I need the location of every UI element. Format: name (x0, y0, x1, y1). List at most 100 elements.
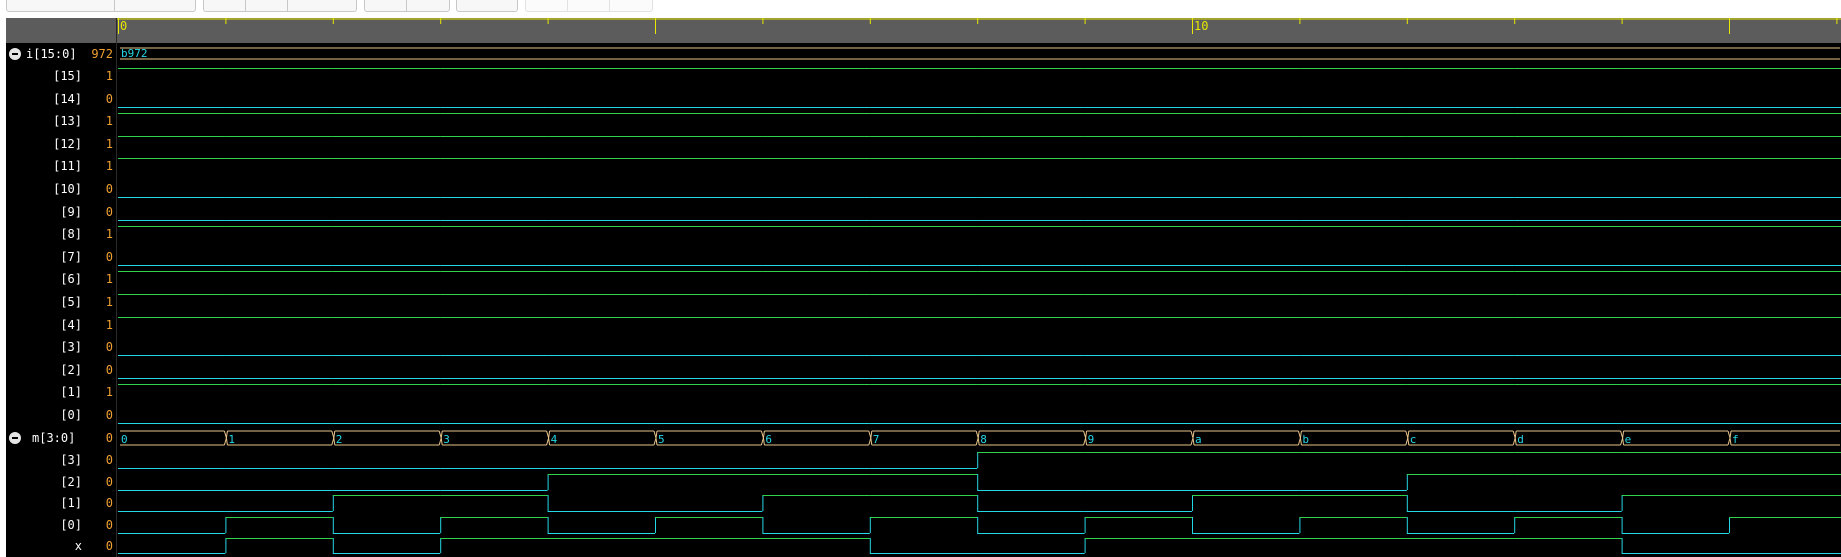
signal-row-i-bit[interactable]: [11] 1 (6, 155, 116, 177)
bit-value: 1 (105, 114, 113, 129)
bit-value: 0 (105, 362, 113, 377)
waveform-area[interactable]: 0 10 b972 0 1 2 3 4 5 6 7 8 9 a b c d e f (117, 18, 1841, 557)
bus-transition (440, 430, 443, 446)
bit-name: [3] (60, 453, 82, 467)
toolbar-button[interactable] (7, 0, 115, 11)
signal-row-i-bit[interactable]: [4] 1 (6, 314, 116, 336)
bit-name: [4] (60, 317, 82, 332)
bus-value-label: b972 (121, 47, 148, 60)
bit-name: [8] (60, 227, 82, 242)
bit-name: [11] (53, 159, 82, 174)
bus-transition (225, 430, 228, 446)
signal-row-m-bit[interactable]: [1] 0 (6, 492, 116, 514)
signal-value-i: 972 (91, 47, 113, 61)
signal-row-i-bit[interactable]: [0] 0 (6, 404, 116, 426)
bus-transition (1622, 430, 1625, 446)
bit-name: [0] (60, 408, 82, 422)
signal-row-i-bit[interactable]: [1] 1 (6, 381, 116, 403)
bus-transition (870, 430, 873, 446)
bit-name: [15] (53, 69, 82, 83)
bus-transition (762, 430, 765, 446)
bus-value-label: 9 (1088, 433, 1095, 446)
signal-row-m-bit[interactable]: [3] 0 (6, 449, 116, 471)
bit-value: 0 (105, 517, 113, 532)
bit-value: 1 (105, 272, 113, 287)
signal-row-i-bit[interactable]: [5] 1 (6, 291, 116, 313)
bus-value-label: e (1625, 433, 1632, 446)
bus-transition (1192, 430, 1195, 446)
bit-value: 1 (105, 159, 113, 174)
bit-name: [1] (60, 385, 82, 400)
bit-value: 1 (105, 295, 113, 309)
bus-transition (1729, 430, 1732, 446)
collapse-icon[interactable] (9, 432, 21, 444)
signal-row-x[interactable]: x 0 (6, 535, 116, 557)
toolbar-button[interactable] (288, 0, 356, 11)
toolbar-button[interactable] (246, 0, 288, 11)
toolbar-group-1 (6, 0, 196, 12)
signal-row-m[interactable]: m[3:0] 0 (6, 427, 116, 449)
bus-transition (1407, 430, 1410, 446)
bit-value: 0 (105, 474, 113, 489)
toolbar-button[interactable] (365, 0, 407, 11)
bus-transition (1299, 430, 1302, 446)
signal-row-m-bit[interactable]: [2] 0 (6, 471, 116, 493)
bit-value: 0 (105, 91, 113, 106)
bit-name: [2] (60, 362, 82, 377)
toolbar-button[interactable] (457, 0, 517, 11)
bus-value-label: a (1195, 433, 1202, 446)
signal-row-i-bit[interactable]: [10] 0 (6, 178, 116, 200)
bus-value-label: b (1302, 433, 1309, 446)
signal-name-x: x (74, 539, 82, 553)
signal-row-i-bit[interactable]: [15] 1 (6, 65, 116, 87)
signal-row-i-bit[interactable]: [6] 1 (6, 268, 116, 290)
bit-value: 0 (105, 249, 113, 264)
signal-row-m-bit[interactable]: [0] 0 (6, 514, 116, 536)
toolbar (0, 0, 1841, 18)
bus-value-label: d (1517, 433, 1524, 446)
bit-value: 1 (105, 227, 113, 242)
timeline-bar (117, 18, 1841, 43)
signal-row-i-bit[interactable]: [8] 1 (6, 223, 116, 245)
bus-value-label: 1 (228, 433, 235, 446)
bus-transition (1514, 430, 1517, 446)
bus-value-label: 2 (336, 433, 343, 446)
toolbar-button (610, 0, 652, 11)
bit-name: [13] (53, 114, 82, 129)
bus-value-label: 0 (121, 433, 128, 446)
signal-row-i-bit[interactable]: [12] 1 (6, 133, 116, 155)
signal-row-i-bit[interactable]: [2] 0 (6, 359, 116, 381)
signal-name-m: m[3:0] (32, 431, 76, 445)
bit-name: [1] (60, 496, 82, 510)
signal-value-x: 0 (105, 539, 113, 553)
bit-value: 1 (105, 136, 113, 151)
collapse-icon[interactable] (9, 48, 21, 60)
toolbar-group-3 (364, 0, 450, 12)
signal-row-i-bit[interactable]: [13] 1 (6, 110, 116, 132)
toolbar-button[interactable] (407, 0, 449, 11)
bit-name: [14] (53, 91, 82, 106)
signal-row-i-bit[interactable]: [3] 0 (6, 336, 116, 358)
toolbar-group-2 (203, 0, 357, 12)
signal-row-i[interactable]: i[15:0] 972 (6, 43, 116, 65)
timeline-label: 0 (120, 19, 127, 33)
bit-value: 0 (105, 340, 113, 355)
toolbar-button (526, 0, 568, 11)
signal-name-panel: i[15:0] 972 [15] 1 [14] 0 [13] 1 [12] 1 [11] 1 [10… (6, 18, 116, 557)
toolbar-button[interactable] (115, 0, 195, 11)
signal-row-i-bit[interactable]: [14] 0 (6, 88, 116, 110)
bit-name: [5] (60, 295, 82, 309)
bit-name: [3] (60, 340, 82, 355)
bus-value-label: 6 (765, 433, 772, 446)
bus-transition (548, 430, 551, 446)
bus-transition (333, 430, 336, 446)
toolbar-group-4 (456, 0, 518, 12)
toolbar-group-5 (525, 0, 653, 12)
toolbar-button[interactable] (204, 0, 246, 11)
bit-value: 1 (105, 317, 113, 332)
bus-transition (977, 430, 980, 446)
signal-row-i-bit[interactable]: [7] 0 (6, 246, 116, 268)
signal-row-i-bit[interactable]: [9] 0 (6, 201, 116, 223)
bit-name: [10] (53, 182, 82, 196)
bit-value: 0 (105, 408, 113, 422)
